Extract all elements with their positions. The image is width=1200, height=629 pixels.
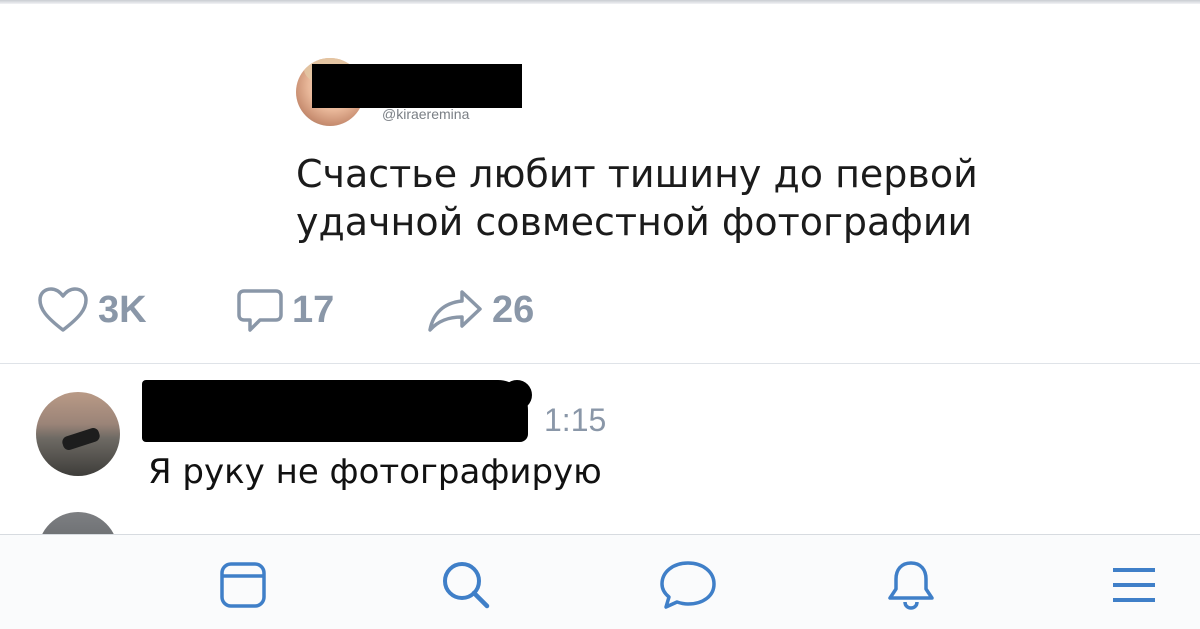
redacted-commenter-name xyxy=(142,380,532,442)
section-divider xyxy=(0,363,1200,364)
comment-button[interactable]: 17 xyxy=(236,284,334,336)
comment-timestamp: 1:15 xyxy=(544,402,607,438)
tab-search[interactable] xyxy=(436,557,496,617)
bottom-tab-bar xyxy=(0,534,1200,629)
share-count: 26 xyxy=(492,288,535,331)
speech-bubble-icon xyxy=(236,285,284,335)
redacted-author-name xyxy=(312,64,522,108)
like-button[interactable]: 3K xyxy=(36,284,147,336)
tab-notifications[interactable] xyxy=(881,557,941,617)
comment-count: 17 xyxy=(292,288,335,331)
tab-menu[interactable] xyxy=(1104,557,1164,617)
heart-icon xyxy=(36,286,90,334)
comment-text: Я руку не фотографирую xyxy=(148,452,602,492)
search-icon xyxy=(439,558,493,617)
tab-messages[interactable] xyxy=(658,557,718,617)
tab-news[interactable] xyxy=(213,557,273,617)
like-count: 3K xyxy=(98,288,147,331)
quoted-post-text: Счастье любит тишину до первой удачной с… xyxy=(296,152,978,244)
share-arrow-icon xyxy=(426,287,484,333)
bell-icon xyxy=(885,557,937,618)
commenter-avatar[interactable] xyxy=(36,392,120,476)
quoted-post-card: @kiraeremina Счастье любит тишину до пер… xyxy=(290,42,1110,252)
messages-icon xyxy=(658,559,718,616)
post-actions: 3K 17 26 xyxy=(36,284,636,336)
news-feed-icon xyxy=(218,560,268,615)
top-edge xyxy=(0,0,1200,4)
share-button[interactable]: 26 xyxy=(426,284,534,336)
quoted-author-handle: @kiraeremina xyxy=(382,106,470,122)
menu-icon xyxy=(1111,565,1157,610)
